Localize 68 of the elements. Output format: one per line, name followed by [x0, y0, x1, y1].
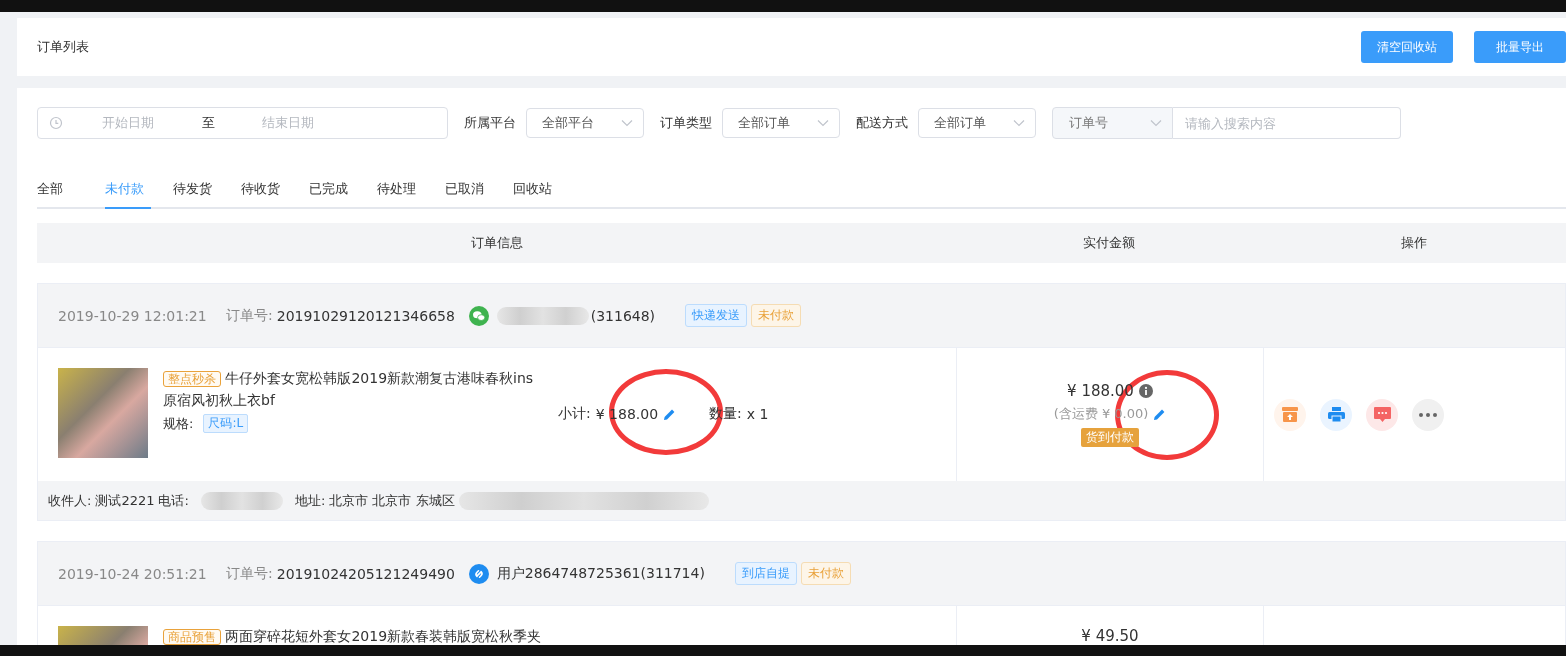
chevron-down-icon [817, 119, 829, 127]
archive-upload-icon [1282, 407, 1298, 422]
search-type-select[interactable]: 订单号 [1052, 107, 1173, 139]
order-status-tab[interactable]: 已完成 [309, 177, 355, 209]
filter-select[interactable]: 全部平台 [526, 108, 644, 138]
pencil-edit-icon[interactable] [1153, 407, 1167, 421]
order-status-tab[interactable]: 待发货 [173, 177, 219, 209]
pencil-edit-icon[interactable] [663, 407, 677, 421]
chevron-down-icon [1013, 119, 1025, 127]
filter-label: 配送方式 [856, 114, 908, 132]
order-status-tab[interactable]: 已取消 [445, 177, 491, 209]
order-tag: 快递发送 [685, 304, 748, 327]
chevron-down-icon [621, 119, 633, 127]
message-button[interactable] [1366, 398, 1398, 431]
product-title: 商品预售 两面穿碎花短外套女2019新款春装韩版宽松秋季夹 [163, 626, 545, 645]
chat-bubble-icon [1373, 406, 1391, 423]
payment-tag: 货到付款 [1081, 428, 1139, 447]
link-icon [468, 563, 489, 584]
more-button[interactable] [1412, 398, 1444, 431]
subtotal-label: 小计: [558, 405, 591, 423]
order-number: 20191024205121249490 [276, 565, 456, 582]
filter-label: 订单类型 [660, 114, 712, 132]
order-tag: 到店自提 [734, 562, 797, 585]
paid-amount: ¥ 49.50 [1081, 627, 1139, 645]
spec-tag: 尺码:L [203, 414, 249, 433]
recipient-label: 收件人: [48, 491, 92, 510]
end-date-placeholder: 结束日期 [261, 114, 315, 132]
chat-bubble-icon [468, 305, 489, 326]
address-text: 北京市 北京市 东城区 [329, 491, 455, 510]
column-header: 操作 [1400, 234, 1428, 252]
info-icon [1138, 384, 1153, 398]
address-label: 地址: [294, 491, 326, 510]
filter-select[interactable]: 全部订单 [722, 108, 840, 138]
phone-label: 电话: [158, 491, 189, 510]
order-status-tab[interactable]: 待处理 [377, 177, 423, 209]
promo-tag: 整点秒杀 [163, 371, 221, 387]
clock-icon [49, 116, 63, 130]
column-header: 订单信息 [469, 234, 524, 252]
order-tag: 未付款 [751, 304, 802, 327]
start-date-placeholder: 开始日期 [101, 114, 155, 132]
order-time: 2019-10-29 12:01:21 [58, 307, 208, 324]
column-header: 实付金额 [1082, 234, 1136, 252]
order-tag: 未付款 [800, 562, 851, 585]
filter-select[interactable]: 全部订单 [918, 108, 1036, 138]
order-status-tab[interactable]: 待收货 [241, 177, 287, 209]
chevron-down-icon [1150, 119, 1162, 127]
recipient-name: 测试2221 [95, 491, 155, 510]
product-title: 整点秒杀 牛仔外套女宽松韩版2019新款潮复古港味春秋ins原宿风初秋上衣bf [163, 369, 535, 410]
order-status-tab[interactable]: 全部 [37, 177, 83, 209]
date-separator: 至 [200, 114, 216, 132]
printer-icon [1327, 407, 1345, 422]
archive-upload-button[interactable] [1274, 398, 1306, 431]
order-status-tab[interactable]: 回收站 [513, 177, 559, 209]
page-title: 订单列表 [37, 38, 89, 56]
order-number-label: 订单号: [226, 306, 273, 325]
more-dots-icon [1419, 412, 1437, 417]
buyer-name: (311648) [590, 307, 656, 324]
order-number-label: 订单号: [226, 564, 273, 583]
filter-label: 所属平台 [464, 114, 516, 132]
order-time: 2019-10-24 20:51:21 [58, 565, 208, 582]
quantity-value: x 1 [746, 406, 769, 422]
buyer-name: 用户2864748725361(311714) [496, 564, 705, 583]
print-button[interactable] [1320, 398, 1352, 431]
promo-tag: 商品预售 [163, 629, 221, 645]
spec-label: 规格: [163, 415, 194, 433]
order-number: 20191029120121346658 [276, 307, 456, 324]
date-range-field[interactable]: 开始日期 至 结束日期 [37, 107, 448, 139]
search-field[interactable]: 请输入搜索内容 [1173, 107, 1401, 139]
